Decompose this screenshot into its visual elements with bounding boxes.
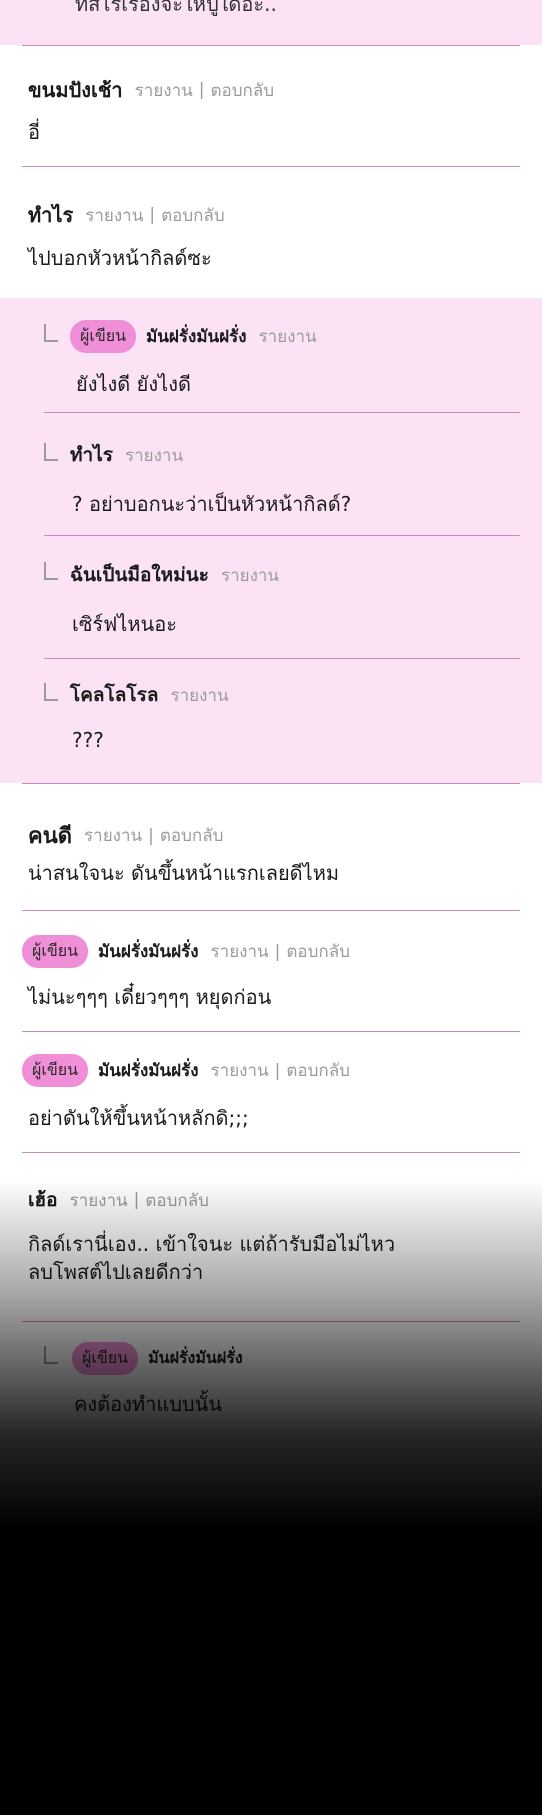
separator: | — [149, 205, 156, 225]
reply-link[interactable]: ตอบกลับ — [145, 1187, 209, 1214]
report-link[interactable]: รายงาน — [84, 822, 142, 849]
separator: | — [274, 941, 281, 962]
report-link[interactable]: รายงาน — [211, 1057, 269, 1084]
comment-text: อย่าดันให้ขึ้นหน้าหลักดิ;;; — [28, 1106, 249, 1130]
reply-link[interactable]: ตอบกลับ — [160, 822, 224, 849]
comment-text-line2: ลบโพสต์ไปเลยดีกว่า — [28, 1260, 204, 1284]
reply-branch-icon — [44, 683, 58, 701]
reply: ผู้เขียน มันฝรั่งมันฝรั่ง คงต้องทำแบบนั้… — [0, 1322, 542, 1442]
reply-header: ทำไร รายงาน — [70, 440, 183, 470]
author-badge: ผู้เขียน — [22, 1054, 89, 1087]
report-link[interactable]: รายงาน — [221, 562, 279, 589]
reply-link[interactable]: ตอบกลับ — [286, 1057, 350, 1084]
report-link[interactable]: รายงาน — [125, 442, 183, 469]
reply-text: ??? — [72, 728, 104, 752]
reply-branch-icon — [44, 1346, 58, 1364]
comment: ผู้เขียน มันฝรั่งมันฝรั่ง รายงาน | ตอบกล… — [0, 911, 542, 1031]
reply-header: ผู้เขียน มันฝรั่งมันฝรั่ง — [72, 1342, 243, 1375]
comment-text: ไปบอกหัวหน้ากิลด์ซะ — [28, 246, 212, 270]
comment-header: คนดี รายงาน | ตอบกลับ — [28, 818, 223, 853]
separator: | — [133, 1190, 140, 1210]
divider — [44, 658, 520, 659]
comment: คนดี รายงาน | ตอบกลับ น่าสนใจนะ ดันขึ้นห… — [0, 784, 542, 910]
reply-branch-icon — [44, 562, 58, 580]
comment-text: ไม่นะๆๆๆ เดี๋ยวๆๆๆ หยุดก่อน — [28, 985, 272, 1009]
comment-header: ผู้เขียน มันฝรั่งมันฝรั่ง รายงาน | ตอบกล… — [22, 1054, 350, 1087]
comment-author[interactable]: มันฝรั่งมันฝรั่ง — [98, 938, 198, 965]
separator: | — [274, 1060, 281, 1081]
comment-header: ทำไร รายงาน | ตอบกลับ — [28, 199, 225, 231]
comment-header: ขนมปังเช้า รายงาน | ตอบกลับ — [28, 74, 274, 106]
comment-author[interactable]: ขนมปังเช้า — [28, 74, 123, 106]
reply-text: ยังไงดี ยังไงดี — [76, 372, 191, 396]
reply-link[interactable]: ตอบกลับ — [286, 938, 350, 965]
reply-header: ฉันเป็นมือใหม่นะ รายงาน — [70, 560, 279, 590]
comment-text: ทิสไรเรื่องจะให้ปู้ใด้อะ.. — [75, 0, 277, 16]
report-link[interactable]: รายงาน — [170, 682, 228, 709]
reply-block: ผู้เขียน มันฝรั่งมันฝรั่ง รายงาน ยังไงดี… — [0, 298, 542, 783]
reply-text: เซิร์ฟไหนอะ — [72, 612, 177, 636]
divider — [44, 412, 520, 413]
comment-author[interactable]: เฮ้อ — [28, 1185, 58, 1215]
comment-text: อี่ — [28, 120, 41, 144]
reply-text: คงต้องทำแบบนั้น — [74, 1392, 222, 1416]
author-badge: ผู้เขียน — [22, 935, 89, 968]
reply-link[interactable]: ตอบกลับ — [210, 77, 274, 104]
comment-author[interactable]: คนดี — [28, 818, 72, 853]
reply-author[interactable]: โคลโลโรล — [70, 680, 158, 710]
reply-text: ? อย่าบอกนะว่าเป็นหัวหน้ากิลด์? — [72, 492, 352, 516]
report-link[interactable]: รายงาน — [259, 323, 317, 350]
comment-author[interactable]: ทำไร — [28, 199, 73, 231]
comment: ทำไร รายงาน | ตอบกลับ ไปบอกหัวหน้ากิลด์ซ… — [0, 167, 542, 297]
report-link[interactable]: รายงาน — [135, 77, 193, 104]
report-link[interactable]: รายงาน — [211, 938, 269, 965]
divider — [44, 535, 520, 536]
reply-author[interactable]: มันฝรั่งมันฝรั่ง — [148, 1346, 243, 1371]
comment: ผู้เขียน มันฝรั่งมันฝรั่ง รายงาน | ตอบกล… — [0, 1032, 542, 1152]
comment-top-fragment: ทิสไรเรื่องจะให้ปู้ใด้อะ.. — [0, 0, 542, 45]
reply-author[interactable]: ฉันเป็นมือใหม่นะ — [70, 560, 209, 590]
reply-author[interactable]: มันฝรั่งมันฝรั่ง — [146, 323, 246, 350]
comment-header: เฮ้อ รายงาน | ตอบกลับ — [28, 1185, 209, 1215]
comment-header: ผู้เขียน มันฝรั่งมันฝรั่ง รายงาน | ตอบกล… — [22, 935, 350, 968]
reply-author[interactable]: ทำไร — [70, 440, 113, 470]
reply-link[interactable]: ตอบกลับ — [161, 202, 225, 229]
reply-branch-icon — [44, 443, 58, 461]
reply-header: โคลโลโรล รายงาน — [70, 680, 229, 710]
comment-author[interactable]: มันฝรั่งมันฝรั่ง — [98, 1057, 198, 1084]
separator: | — [198, 80, 205, 100]
report-link[interactable]: รายงาน — [70, 1187, 128, 1214]
reply-header: ผู้เขียน มันฝรั่งมันฝรั่ง รายงาน — [70, 320, 317, 353]
separator: | — [148, 825, 154, 846]
comment: เฮ้อ รายงาน | ตอบกลับ กิลด์เรานี่เอง.. เ… — [0, 1153, 542, 1321]
comment-text: น่าสนใจนะ ดันขึ้นหน้าแรกเลยดีไหม — [28, 861, 340, 885]
report-link[interactable]: รายงาน — [85, 202, 143, 229]
author-badge: ผู้เขียน — [70, 320, 137, 353]
author-badge: ผู้เขียน — [72, 1342, 139, 1375]
reply-branch-icon — [44, 324, 58, 342]
comment: ขนมปังเช้า รายงาน | ตอบกลับ อี่ — [0, 46, 542, 166]
